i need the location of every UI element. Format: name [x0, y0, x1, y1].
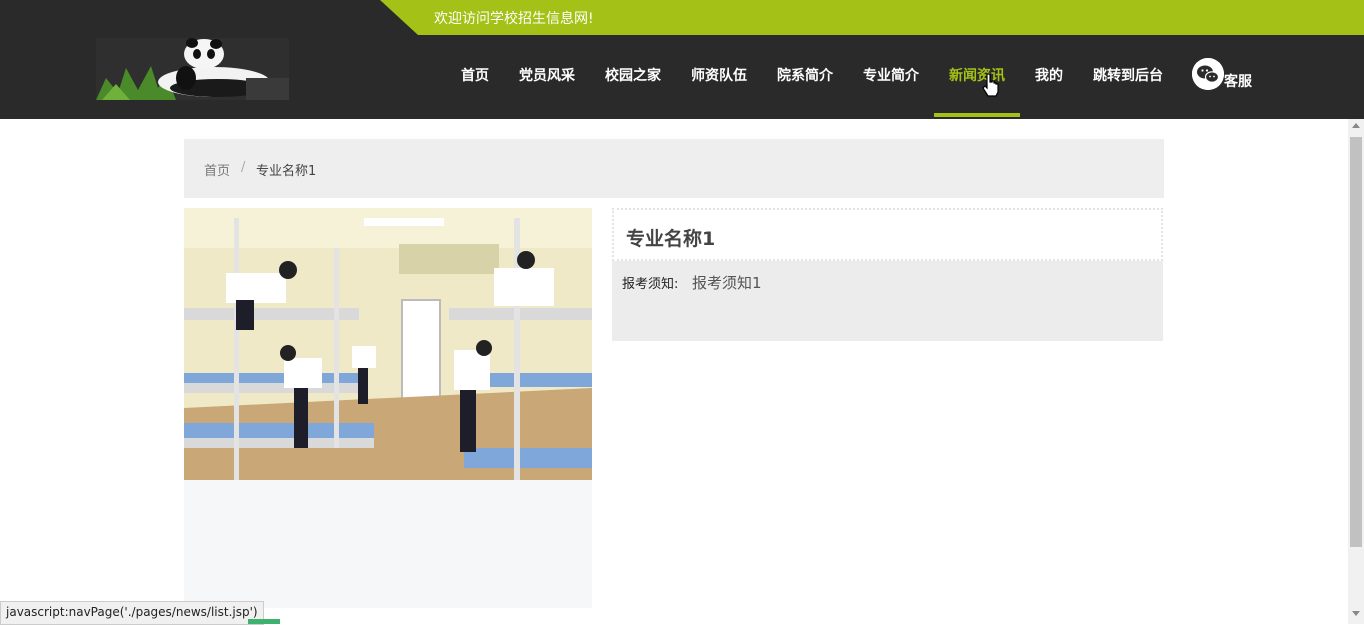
image-panel	[184, 208, 592, 608]
vertical-scrollbar[interactable]	[1348, 119, 1364, 624]
breadcrumb-current: 专业名称1	[256, 164, 317, 179]
nav-active-indicator	[934, 113, 1020, 117]
nav-departments[interactable]: 院系简介	[777, 65, 833, 85]
site-header: 欢迎访问学校招生信息网! 首页 党员风采 校园之家 师资队伍 院系简介 专业简介…	[0, 0, 1364, 119]
breadcrumb-home-link[interactable]: 首页	[204, 160, 230, 179]
major-title: 专业名称1	[626, 228, 716, 250]
notice-label: 报考须知:	[622, 277, 679, 292]
major-title-box: 专业名称1	[612, 208, 1163, 261]
breadcrumb: 首页 / 专业名称1	[184, 139, 1164, 198]
hand-cursor-icon	[982, 73, 1000, 101]
major-info-panel: 专业名称1 报考须知: 报考须知1	[612, 208, 1163, 341]
nav-party-members[interactable]: 党员风采	[519, 65, 575, 85]
status-bar-url: javascript:navPage('./pages/news/list.js…	[0, 601, 264, 625]
service-label[interactable]: 客服	[1224, 71, 1252, 91]
nav-home[interactable]: 首页	[461, 65, 489, 85]
welcome-text: 欢迎访问学校招生信息网!	[434, 11, 594, 27]
nav-mine[interactable]: 我的	[1035, 65, 1063, 85]
scroll-thumb[interactable]	[1350, 137, 1362, 547]
nav-faculty[interactable]: 师资队伍	[691, 65, 747, 85]
wechat-icon[interactable]	[1192, 58, 1224, 90]
nav-admin[interactable]: 跳转到后台	[1093, 65, 1163, 85]
dormitory-photo-icon	[184, 208, 592, 480]
scroll-down-arrow-icon[interactable]	[1352, 611, 1360, 616]
bottom-accent-strip	[248, 619, 280, 624]
nav-majors[interactable]: 专业简介	[863, 65, 919, 85]
notice-value: 报考须知1	[692, 274, 762, 292]
scroll-up-arrow-icon[interactable]	[1352, 123, 1360, 128]
nav-campus[interactable]: 校园之家	[605, 65, 661, 85]
panda-logo-icon[interactable]	[96, 38, 289, 100]
breadcrumb-separator: /	[241, 160, 246, 175]
